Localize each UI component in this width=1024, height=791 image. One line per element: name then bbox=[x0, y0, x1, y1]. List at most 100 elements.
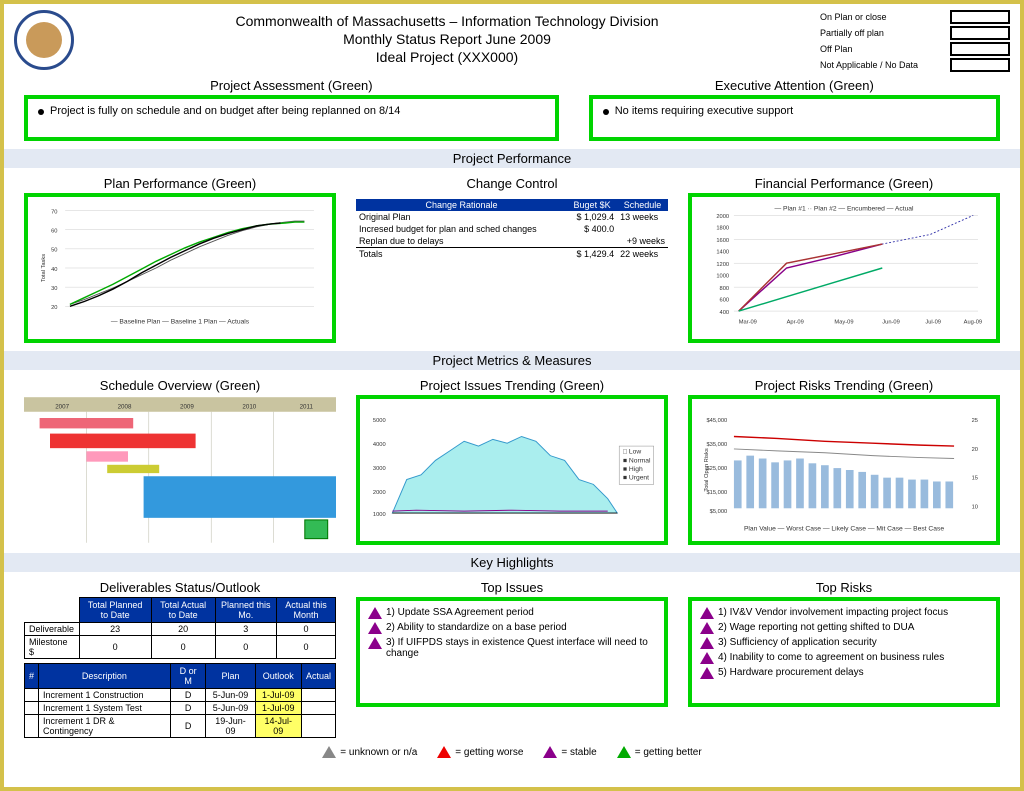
legend-na: Not Applicable / No Data bbox=[820, 60, 950, 70]
svg-text:20: 20 bbox=[972, 447, 978, 453]
svg-text:■ High: ■ High bbox=[623, 466, 643, 473]
svg-text:Aug-09: Aug-09 bbox=[964, 320, 983, 326]
project-title: Ideal Project (XXX000) bbox=[235, 48, 658, 66]
svg-text:2009: 2009 bbox=[180, 404, 194, 411]
highlights-band: Key Highlights bbox=[4, 553, 1020, 572]
svg-text:1200: 1200 bbox=[716, 262, 729, 268]
deliverables-detail-table: # Description D or M Plan Outlook Actual… bbox=[24, 663, 336, 738]
svg-text:2007: 2007 bbox=[55, 404, 69, 411]
svg-text:2008: 2008 bbox=[118, 404, 132, 411]
swatch-na bbox=[950, 58, 1010, 72]
report-title: Monthly Status Report June 2009 bbox=[235, 30, 658, 48]
change-control-table: Change RationaleBuget $KSchedule Origina… bbox=[356, 199, 668, 260]
svg-text:2011: 2011 bbox=[300, 404, 314, 411]
top-risks-title: Top Risks bbox=[688, 580, 1000, 595]
financial-title: Financial Performance (Green) bbox=[688, 176, 1000, 191]
svg-text:■ Normal: ■ Normal bbox=[623, 457, 651, 464]
svg-text:30: 30 bbox=[51, 286, 57, 292]
deliverables-title: Deliverables Status/Outlook bbox=[24, 580, 336, 595]
triangle-purple-icon bbox=[368, 622, 382, 634]
svg-text:Mar-09: Mar-09 bbox=[739, 320, 757, 326]
svg-text:1800: 1800 bbox=[716, 226, 729, 232]
svg-text:1600: 1600 bbox=[716, 238, 729, 244]
svg-text:600: 600 bbox=[720, 298, 730, 304]
issues-trending-title: Project Issues Trending (Green) bbox=[356, 378, 668, 393]
deliverables-summary-table: Total Planned to Date Total Actual to Da… bbox=[24, 597, 336, 659]
svg-text:20: 20 bbox=[51, 305, 57, 311]
svg-text:2000: 2000 bbox=[373, 490, 386, 496]
svg-text:$5,000: $5,000 bbox=[710, 509, 728, 515]
triangle-red-icon bbox=[437, 746, 451, 758]
triangle-purple-icon bbox=[368, 607, 382, 619]
plan-perf-title: Plan Performance (Green) bbox=[24, 176, 336, 191]
svg-text:5000: 5000 bbox=[373, 418, 386, 424]
triangle-purple-icon bbox=[368, 637, 382, 649]
svg-text:10: 10 bbox=[972, 504, 978, 510]
svg-text:1000: 1000 bbox=[716, 274, 729, 280]
svg-text:15: 15 bbox=[972, 476, 978, 482]
svg-text:70: 70 bbox=[51, 209, 57, 215]
trend-legend: = unknown or n/a = getting worse = stabl… bbox=[4, 738, 1020, 762]
assessment-text: Project is fully on schedule and on budg… bbox=[50, 105, 400, 117]
schedule-title: Schedule Overview (Green) bbox=[24, 378, 336, 393]
triangle-purple-icon bbox=[700, 622, 714, 634]
triangle-purple-icon bbox=[700, 637, 714, 649]
metrics-band: Project Metrics & Measures bbox=[4, 351, 1020, 370]
svg-text:$35,000: $35,000 bbox=[706, 442, 727, 448]
svg-text:3000: 3000 bbox=[373, 466, 386, 472]
state-seal-icon bbox=[14, 10, 74, 70]
svg-text:— Baseline Plan — Baseline 1: — Baseline Plan — Baseline 1 Plan — Actu… bbox=[111, 319, 250, 326]
svg-text:4000: 4000 bbox=[373, 442, 386, 448]
triangle-purple-icon bbox=[700, 652, 714, 664]
legend-partial: Partially off plan bbox=[820, 28, 950, 38]
executive-title: Executive Attention (Green) bbox=[589, 78, 1000, 93]
legend-off-plan: Off Plan bbox=[820, 44, 950, 54]
financial-chart: 2000 1800 1600 1400 1200 1000 800 600 40… bbox=[688, 193, 1000, 343]
svg-text:Total Tasks: Total Tasks bbox=[41, 254, 47, 282]
svg-text:Total Open Risks: Total Open Risks bbox=[704, 448, 710, 491]
change-control-title: Change Control bbox=[356, 176, 668, 191]
plan-performance-chart: 70 60 50 40 30 20 Total Tasks — Baseline… bbox=[24, 193, 336, 343]
svg-text:Jul-09: Jul-09 bbox=[925, 320, 941, 326]
svg-text:800: 800 bbox=[720, 286, 730, 292]
svg-text:■ Urgent: ■ Urgent bbox=[623, 475, 649, 482]
status-legend: On Plan or close Partially off plan Off … bbox=[820, 10, 1010, 74]
top-issues-box: 1) Update SSA Agreement period 2) Abilit… bbox=[356, 597, 668, 707]
svg-text:Plan Value — Worst Case — Like: Plan Value — Worst Case — Likely Case — … bbox=[744, 525, 944, 532]
svg-text:2010: 2010 bbox=[242, 404, 256, 411]
executive-box: No items requiring executive support bbox=[589, 95, 1000, 141]
org-title: Commonwealth of Massachusetts – Informat… bbox=[235, 12, 658, 30]
executive-text: No items requiring executive support bbox=[615, 105, 794, 117]
svg-text:Jun-09: Jun-09 bbox=[882, 320, 900, 326]
triangle-gray-icon bbox=[322, 746, 336, 758]
issues-trending-chart: 5000 4000 3000 2000 1000 □ Low ■ Normal … bbox=[356, 395, 668, 545]
performance-band: Project Performance bbox=[4, 149, 1020, 168]
triangle-purple-icon bbox=[700, 607, 714, 619]
top-risks-box: 1) IV&V Vendor involvement impacting pro… bbox=[688, 597, 1000, 707]
svg-text:400: 400 bbox=[720, 310, 730, 316]
svg-text:□ Low: □ Low bbox=[623, 449, 641, 456]
svg-text:25: 25 bbox=[972, 418, 978, 424]
swatch-red bbox=[950, 42, 1010, 56]
svg-text:1000: 1000 bbox=[373, 512, 386, 518]
risks-trending-chart: $45,000 $35,000 $25,000 $15,000 $5,000 2… bbox=[688, 395, 1000, 545]
svg-text:2000: 2000 bbox=[716, 214, 729, 220]
legend-on-plan: On Plan or close bbox=[820, 12, 950, 22]
svg-text:$45,000: $45,000 bbox=[706, 418, 727, 424]
swatch-green bbox=[950, 10, 1010, 24]
triangle-purple-icon bbox=[543, 746, 557, 758]
svg-text:1400: 1400 bbox=[716, 250, 729, 256]
report-title-block: Commonwealth of Massachusetts – Informat… bbox=[235, 12, 658, 74]
svg-text:60: 60 bbox=[51, 229, 57, 235]
schedule-gantt: 2007 2008 2009 2010 2011 bbox=[24, 395, 336, 545]
triangle-green-icon bbox=[617, 746, 631, 758]
triangle-purple-icon bbox=[700, 667, 714, 679]
swatch-yellow bbox=[950, 26, 1010, 40]
svg-text:Apr-09: Apr-09 bbox=[787, 320, 804, 326]
assessment-box: Project is fully on schedule and on budg… bbox=[24, 95, 559, 141]
svg-text:May-09: May-09 bbox=[834, 320, 853, 326]
assessment-title: Project Assessment (Green) bbox=[24, 78, 559, 93]
svg-text:40: 40 bbox=[51, 267, 57, 273]
svg-text:50: 50 bbox=[51, 248, 57, 254]
top-issues-title: Top Issues bbox=[356, 580, 668, 595]
